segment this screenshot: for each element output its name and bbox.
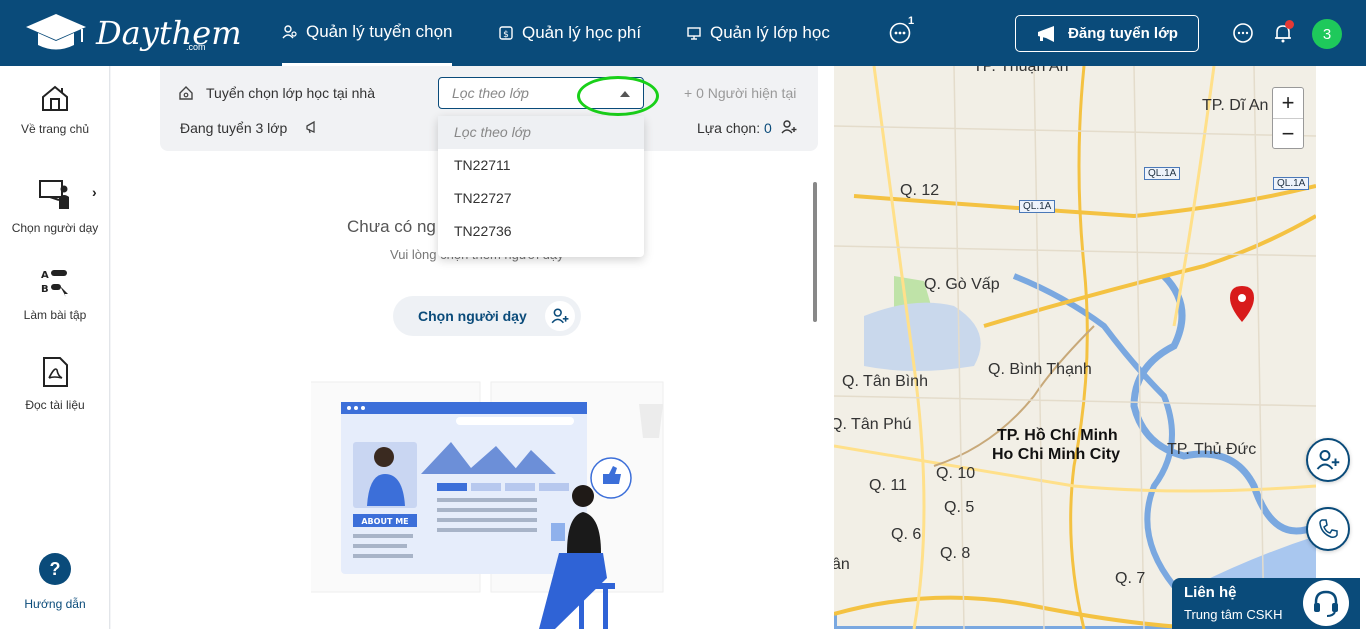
contact-title: Liên hệ xyxy=(1184,584,1237,601)
map-label: Q. Tân Phú xyxy=(834,416,912,433)
road-tag: QL.1A xyxy=(1144,167,1181,180)
map-label: Q. Bình Thạnh xyxy=(988,361,1092,378)
people-search-icon xyxy=(282,24,297,38)
map-label: Q. 12 xyxy=(900,182,940,199)
choose-teacher-button[interactable]: Chọn người dạy xyxy=(393,296,581,336)
classroom-icon xyxy=(687,27,701,40)
top-navbar: Daythem .com Quản lý tuyển chọn $ Quản l… xyxy=(0,0,1366,66)
money-icon: $ xyxy=(499,26,513,40)
road-tag: QL.1A xyxy=(1273,177,1310,190)
sidebar-item-label: Về trang chủ xyxy=(20,122,90,136)
choice-count: 0 xyxy=(763,120,772,136)
chat-icon[interactable] xyxy=(1232,22,1254,44)
add-user-icon xyxy=(545,301,575,331)
dropdown-option-tn22711[interactable]: TN22711 xyxy=(438,149,644,182)
megaphone-icon xyxy=(1038,25,1055,42)
road-tag: QL.1A xyxy=(1019,200,1056,213)
map-label: Q. 5 xyxy=(944,499,975,516)
contact-support-widget[interactable]: Liên hệ Trung tâm CSKH xyxy=(1172,578,1360,629)
map-label: Q. 11 xyxy=(869,477,907,494)
choose-teacher-label: Chọn người dạy xyxy=(418,308,527,324)
map-view[interactable]: TP. Thuận An TP. Dĩ An Q. 12 Q. Gò Vấp Q… xyxy=(834,66,1316,629)
dropdown-option-tn22727[interactable]: TN22727 xyxy=(438,182,644,215)
highlight-ring xyxy=(577,76,659,116)
empty-title: Chưa có ng xyxy=(347,217,436,236)
nav-label: Quản lý học phí xyxy=(522,23,642,42)
call-float-button[interactable] xyxy=(1306,507,1350,551)
current-count: + 0 Người hiện tại xyxy=(684,85,797,101)
avatar[interactable]: 3 xyxy=(1312,19,1342,49)
map-label: Q. Tân Bình xyxy=(842,373,928,390)
headset-icon xyxy=(1303,580,1349,626)
teacher-board-icon xyxy=(39,180,69,209)
sidebar-item-label: Làm bài tập xyxy=(23,308,87,322)
post-class-label: Đăng tuyển lớp xyxy=(1068,25,1178,42)
svg-text:A: A xyxy=(41,270,49,281)
add-user-icon[interactable] xyxy=(781,119,797,135)
brand-suffix: .com xyxy=(186,42,206,52)
help-label: Hướng dẫn xyxy=(24,597,86,611)
nav-quan-ly-hoc-phi[interactable]: $ Quản lý học phí xyxy=(498,0,641,66)
add-user-icon xyxy=(1316,450,1340,470)
sidebar-item-label: Đọc tài liệu xyxy=(25,398,85,412)
announce-icon xyxy=(306,120,315,134)
phone-icon xyxy=(1319,519,1338,538)
map-label: TP. Thuận An xyxy=(973,66,1069,75)
map-label: Q. Gò Vấp xyxy=(924,276,1000,293)
zoom-out-button[interactable]: − xyxy=(1273,118,1303,148)
class-filter-dropdown: Lọc theo lớp TN22711 TN22727 TN22736 xyxy=(438,116,644,257)
pdf-icon xyxy=(43,357,68,387)
contact-subtitle: Trung tâm CSKH xyxy=(1184,607,1283,622)
map-label: ân xyxy=(834,556,850,573)
recruiting-status: Đang tuyển 3 lớp xyxy=(180,120,288,136)
choice-label: Lựa chọn: xyxy=(697,120,761,136)
map-background xyxy=(834,66,1316,629)
logo[interactable]: Daythem .com xyxy=(24,12,242,56)
map-label: Q. 7 xyxy=(1115,570,1146,587)
map-label: Q. 6 xyxy=(891,526,922,543)
quiz-icon: AB xyxy=(41,270,68,297)
brand-name: Daythem xyxy=(96,14,242,52)
map-zoom-control: + − xyxy=(1272,87,1304,149)
map-label: Ho Chi Minh City xyxy=(992,446,1120,463)
dropdown-option-tn22736[interactable]: TN22736 xyxy=(438,215,644,248)
add-user-float-button[interactable] xyxy=(1306,438,1350,482)
filter-title: Tuyển chọn lớp học tại nhà xyxy=(206,85,375,101)
sidebar-item-home[interactable]: Về trang chủ xyxy=(0,84,110,136)
scrollbar-thumb[interactable] xyxy=(813,182,817,322)
chevron-right-icon[interactable]: › xyxy=(92,184,97,200)
sidebar-item-documents[interactable]: Đọc tài liệu xyxy=(0,356,110,412)
map-label: TP. Thủ Đức xyxy=(1167,441,1257,458)
sidebar-item-exercises[interactable]: AB Làm bài tập xyxy=(0,266,110,322)
about-me-badge: ABOUT ME xyxy=(361,517,408,526)
home-search-icon xyxy=(179,86,193,100)
dropdown-option-placeholder[interactable]: Lọc theo lớp xyxy=(438,116,644,149)
more-badge: 1 xyxy=(908,15,915,27)
svg-text:$: $ xyxy=(503,30,509,40)
choice-summary: Lựa chọn: 0 xyxy=(697,120,772,136)
sidebar-item-label: Chọn người dạy xyxy=(11,221,99,235)
home-icon xyxy=(42,85,68,111)
nav-label: Quản lý lớp học xyxy=(710,23,830,42)
map-label: TP. Dĩ An xyxy=(1202,97,1269,114)
graduation-cap-icon xyxy=(26,14,86,50)
nav-quan-ly-lop-hoc[interactable]: Quản lý lớp học xyxy=(686,0,830,66)
map-label: Q. 10 xyxy=(936,465,976,482)
notification-dot xyxy=(1285,20,1294,29)
help-button[interactable]: ? Hướng dẫn xyxy=(0,553,110,611)
svg-text:B: B xyxy=(41,284,49,295)
zoom-in-button[interactable]: + xyxy=(1273,88,1303,118)
nav-label: Quản lý tuyển chọn xyxy=(306,21,453,41)
post-class-button[interactable]: Đăng tuyển lớp xyxy=(1015,15,1199,52)
map-label: TP. Hồ Chí Minh xyxy=(997,427,1118,444)
nav-quan-ly-tuyen-chon[interactable]: Quản lý tuyển chọn xyxy=(282,0,453,66)
map-label: Q. 8 xyxy=(940,545,971,562)
sidebar: Về trang chủ Chọn người dạy › AB Làm bài… xyxy=(0,66,110,629)
help-icon: ? xyxy=(39,553,71,585)
empty-state-illustration: ABOUT ME xyxy=(311,381,664,629)
select-placeholder: Lọc theo lớp xyxy=(452,85,529,101)
